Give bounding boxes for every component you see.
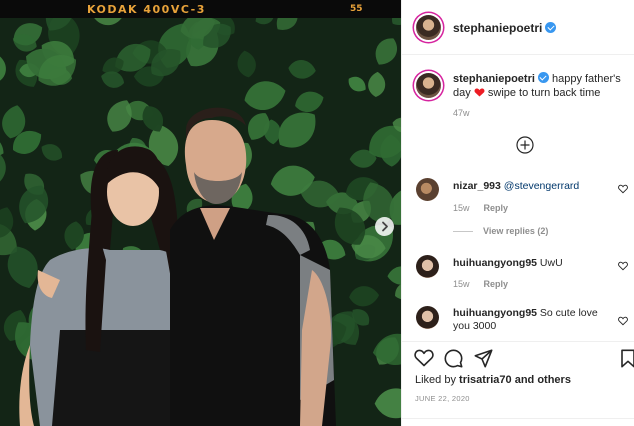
commenter-username[interactable]: huihuangyong95 bbox=[453, 257, 537, 269]
bookmark-icon[interactable] bbox=[620, 349, 634, 368]
send-icon[interactable] bbox=[474, 349, 493, 368]
caption-author-avatar[interactable] bbox=[416, 73, 441, 98]
author-avatar[interactable] bbox=[416, 15, 441, 40]
caption: stephaniepoetri happy father's day swipe… bbox=[402, 56, 634, 126]
divider-line bbox=[453, 231, 473, 233]
comment-item: nizar_993 @stevengerrard 15w Reply View r… bbox=[402, 174, 634, 244]
comment-age: 15w bbox=[453, 203, 470, 213]
view-replies-button[interactable]: View replies (2) bbox=[453, 226, 548, 236]
commenter-username[interactable]: huihuangyong95 bbox=[453, 307, 537, 319]
comment-mention-link[interactable]: @stevengerrard bbox=[504, 180, 579, 192]
comment-text-continued: you 3000 bbox=[453, 320, 497, 332]
likes-suffix-link[interactable]: and others bbox=[515, 374, 571, 386]
heart-icon[interactable] bbox=[618, 184, 628, 194]
likes-user-link[interactable]: trisatria70 bbox=[459, 374, 512, 386]
comment-item: huihuangyong95 UwU 15w Reply bbox=[402, 253, 634, 298]
heart-icon[interactable] bbox=[618, 261, 628, 271]
comment-item: huihuangyong95 So cute love you 3000 bbox=[402, 304, 634, 341]
red-heart-icon bbox=[474, 88, 485, 97]
chevron-right-icon bbox=[382, 221, 388, 232]
post-photo[interactable]: KODAK 400VC-3 55 bbox=[0, 0, 401, 426]
likes-prefix: Liked by bbox=[415, 374, 456, 386]
caption-age: 47w bbox=[453, 108, 470, 118]
post-actions: Liked by trisatria70 and others JUNE 22,… bbox=[402, 341, 634, 426]
verified-badge-icon bbox=[545, 22, 557, 33]
caption-author-username[interactable]: stephaniepoetri bbox=[453, 73, 535, 85]
reply-button[interactable]: Reply bbox=[484, 279, 509, 289]
commenter-avatar[interactable] bbox=[416, 306, 439, 329]
reply-button[interactable]: Reply bbox=[484, 203, 509, 213]
likes-summary: Liked by trisatria70 and others bbox=[415, 374, 571, 386]
heart-icon[interactable] bbox=[414, 349, 434, 367]
caption-text-continued: swipe to turn back time bbox=[487, 87, 601, 99]
comment-text: UwU bbox=[539, 257, 563, 269]
comment-age: 15w bbox=[453, 279, 470, 289]
author-username[interactable]: stephaniepoetri bbox=[453, 21, 542, 35]
next-photo-button[interactable] bbox=[375, 217, 394, 236]
plus-circle-icon bbox=[516, 136, 534, 154]
film-brand-label: KODAK 400VC-3 bbox=[87, 3, 206, 16]
commenter-username[interactable]: nizar_993 bbox=[453, 180, 501, 192]
load-more-comments-button[interactable] bbox=[516, 136, 534, 154]
film-border: KODAK 400VC-3 55 bbox=[0, 0, 401, 18]
film-frame-number: 55 bbox=[350, 4, 363, 14]
verified-badge-icon bbox=[537, 72, 549, 83]
add-comment-bar[interactable] bbox=[402, 418, 634, 426]
post-date: JUNE 22, 2020 bbox=[415, 394, 470, 403]
comment-icon[interactable] bbox=[444, 349, 463, 368]
comments-list[interactable]: stephaniepoetri happy father's day swipe… bbox=[402, 56, 634, 341]
post-header: stephaniepoetri bbox=[402, 0, 634, 55]
photo-illustration bbox=[0, 0, 401, 426]
commenter-avatar[interactable] bbox=[416, 178, 439, 201]
view-replies-label: View replies (2) bbox=[483, 226, 549, 236]
post-details-panel: stephaniepoetri stephaniepoetri happy fa… bbox=[401, 0, 634, 426]
comment-text: So cute love bbox=[539, 307, 598, 319]
commenter-avatar[interactable] bbox=[416, 255, 439, 278]
heart-icon[interactable] bbox=[618, 316, 628, 326]
